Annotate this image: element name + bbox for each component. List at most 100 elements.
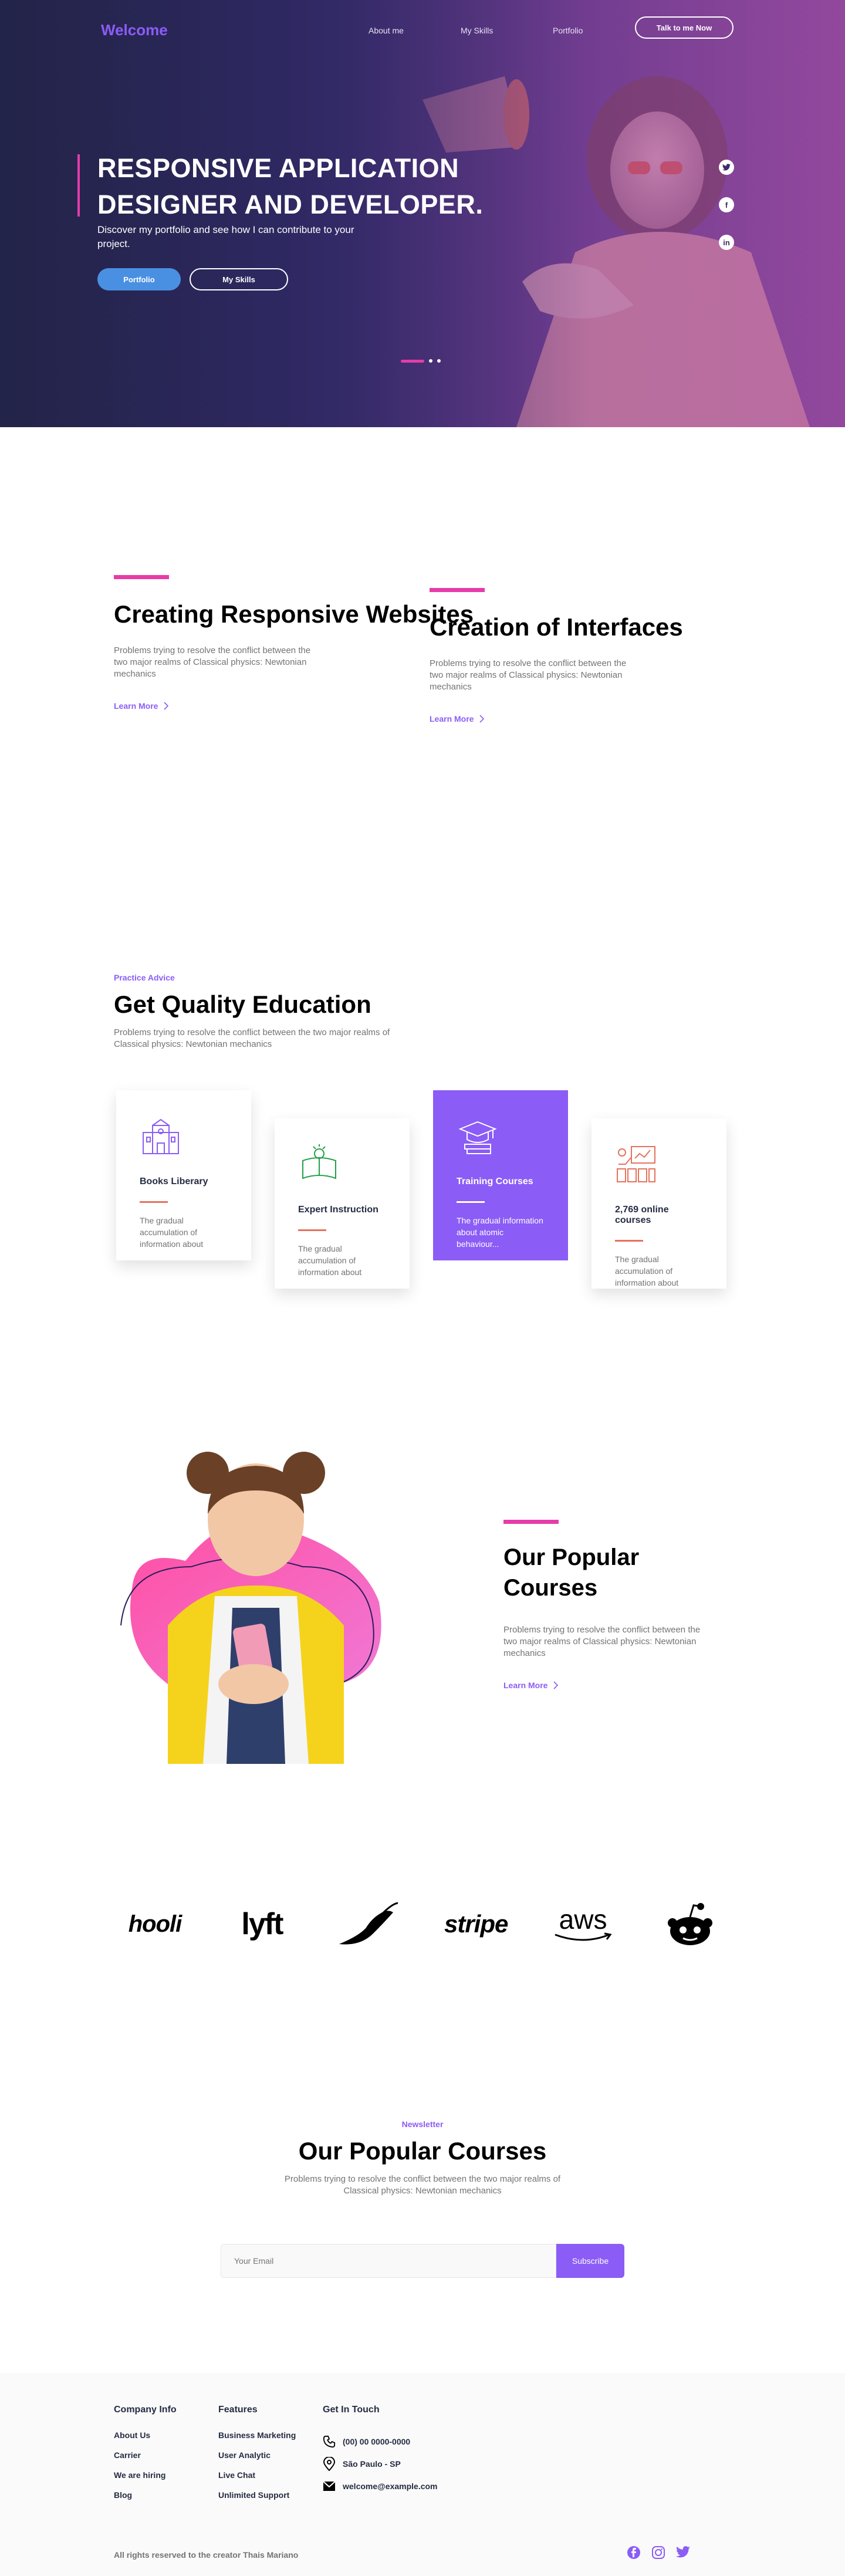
card-title: Books Liberary bbox=[140, 1177, 208, 1186]
footer-link-hiring[interactable]: We are hiring bbox=[114, 2470, 177, 2490]
client-logos: hooli lyft stripe aws bbox=[114, 1898, 731, 1950]
feature-accent-bar bbox=[114, 575, 169, 579]
newsletter-eyebrow: Newsletter bbox=[401, 2119, 444, 2129]
contact-email[interactable]: welcome@example.com bbox=[323, 2475, 438, 2497]
learn-more-label: Learn More bbox=[503, 1681, 548, 1690]
carousel-dot[interactable] bbox=[437, 359, 441, 363]
main-nav: About me My Skills Portfolio bbox=[369, 26, 645, 35]
location-pin-icon bbox=[323, 2457, 336, 2471]
feature-title: Creation of Interfaces bbox=[430, 613, 683, 641]
card-online-courses[interactable]: 2,769 online courses The gradual accumul… bbox=[592, 1118, 726, 1289]
feature-accent-bar bbox=[430, 588, 485, 592]
contact-phone[interactable]: (00) 00 0000-0000 bbox=[323, 2430, 438, 2453]
card-underline bbox=[457, 1201, 485, 1203]
learn-more-label: Learn More bbox=[114, 701, 158, 711]
twitter-icon[interactable] bbox=[719, 160, 734, 175]
carousel-dots bbox=[401, 359, 441, 363]
card-underline bbox=[140, 1201, 168, 1203]
portfolio-button[interactable]: Portfolio bbox=[97, 268, 181, 290]
hero-title: RESPONSIVE APPLICATION DESIGNER AND DEVE… bbox=[97, 153, 484, 219]
card-title: Expert Instruction bbox=[298, 1205, 378, 1215]
talk-to-me-button[interactable]: Talk to me Now bbox=[635, 16, 734, 39]
footer-company-column: Company Info About Us Carrier We are hir… bbox=[114, 2405, 177, 2510]
card-underline bbox=[298, 1229, 326, 1231]
hero-socials: f in bbox=[719, 160, 734, 250]
card-expert-instruction[interactable]: Expert Instruction The gradual accumulat… bbox=[275, 1118, 410, 1289]
footer-link-carrier[interactable]: Carrier bbox=[114, 2450, 177, 2470]
hooli-logo: hooli bbox=[128, 1911, 182, 1937]
classroom-icon bbox=[617, 1146, 655, 1182]
facebook-icon[interactable]: f bbox=[719, 197, 734, 212]
education-text: Problems trying to resolve the conflict … bbox=[114, 1027, 390, 1049]
footer-heading: Get In Touch bbox=[323, 2405, 380, 2415]
card-text: The gradual accumulation of information … bbox=[298, 1244, 362, 1277]
card-text: The gradual information about atomic beh… bbox=[457, 1216, 543, 1249]
mail-icon bbox=[323, 2481, 336, 2491]
footer-link-support[interactable]: Unlimited Support bbox=[218, 2490, 296, 2510]
contact-location: São Paulo - SP bbox=[323, 2453, 438, 2475]
hero-accent-bar bbox=[77, 154, 80, 217]
footer-link-about[interactable]: About Us bbox=[114, 2430, 177, 2450]
book-reader-icon bbox=[302, 1144, 336, 1179]
graduation-cap-icon bbox=[458, 1121, 497, 1154]
contact-email-text: welcome@example.com bbox=[343, 2482, 438, 2491]
my-skills-button[interactable]: My Skills bbox=[190, 268, 288, 290]
girl-with-phone-image bbox=[120, 1452, 381, 1764]
footer-link-marketing[interactable]: Business Marketing bbox=[218, 2430, 296, 2450]
contact-location-text: São Paulo - SP bbox=[343, 2459, 401, 2469]
instagram-icon[interactable] bbox=[651, 2545, 665, 2560]
chevron-right-icon bbox=[479, 715, 485, 723]
copyright-text: All rights reserved to the creator Thais… bbox=[114, 2550, 299, 2560]
newsletter-title: Our Popular Courses bbox=[298, 2137, 547, 2165]
education-eyebrow: Practice Advice bbox=[114, 973, 175, 982]
reddit-logo bbox=[649, 1898, 731, 1950]
phone-icon bbox=[323, 2435, 336, 2448]
footer-features-column: Features Business Marketing User Analyti… bbox=[218, 2405, 296, 2510]
card-books-library[interactable]: Books Liberary The gradual accumulation … bbox=[116, 1090, 251, 1260]
subscribe-button[interactable]: Subscribe bbox=[556, 2244, 624, 2278]
feature-title: Creating Responsive Websites bbox=[114, 600, 474, 628]
facebook-icon[interactable] bbox=[627, 2545, 641, 2560]
linkedin-icon[interactable]: in bbox=[719, 235, 734, 250]
brand-logo[interactable]: Welcome bbox=[101, 21, 168, 39]
pied-piper-logo bbox=[328, 1898, 410, 1950]
stripe-logo: stripe bbox=[444, 1910, 508, 1938]
carousel-dot-active[interactable] bbox=[401, 359, 424, 363]
card-text: The gradual accumulation of information … bbox=[615, 1255, 679, 1287]
aws-logo: aws bbox=[542, 1898, 624, 1950]
newsletter-form: Subscribe bbox=[221, 2244, 624, 2278]
card-text: The gradual accumulation of information … bbox=[140, 1216, 204, 1249]
footer-contact-column: Get In Touch (00) 00 0000-0000 São Paulo… bbox=[323, 2405, 438, 2497]
card-underline bbox=[615, 1240, 643, 1242]
card-training-courses[interactable]: Training Courses The gradual information… bbox=[433, 1090, 568, 1260]
popular-title: Our Popular Courses bbox=[503, 1544, 640, 1601]
hero-section: Welcome About me My Skills Portfolio Tal… bbox=[0, 0, 845, 427]
lyft-logo: lyft bbox=[241, 1907, 283, 1941]
learn-more-link[interactable]: Learn More bbox=[503, 1681, 559, 1690]
footer-link-chat[interactable]: Live Chat bbox=[218, 2470, 296, 2490]
chevron-right-icon bbox=[164, 702, 169, 710]
school-icon bbox=[143, 1118, 179, 1154]
nav-link-portfolio[interactable]: Portfolio bbox=[553, 26, 645, 35]
education-title: Get Quality Education bbox=[114, 990, 371, 1018]
feature-interfaces: Creation of Interfaces Problems trying t… bbox=[430, 588, 683, 724]
nav-link-skills[interactable]: My Skills bbox=[461, 26, 553, 35]
chevron-right-icon bbox=[553, 1681, 559, 1689]
footer-link-analytic[interactable]: User Analytic bbox=[218, 2450, 296, 2470]
footer-link-blog[interactable]: Blog bbox=[114, 2490, 177, 2510]
twitter-icon[interactable] bbox=[676, 2545, 690, 2558]
learn-more-link[interactable]: Learn More bbox=[114, 701, 474, 711]
contact-phone-text: (00) 00 0000-0000 bbox=[343, 2437, 411, 2446]
card-title: 2,769 online courses bbox=[615, 1205, 669, 1225]
learn-more-label: Learn More bbox=[430, 714, 474, 724]
nav-link-about[interactable]: About me bbox=[369, 26, 461, 35]
carousel-dot[interactable] bbox=[429, 359, 432, 363]
learn-more-link[interactable]: Learn More bbox=[430, 714, 683, 724]
footer-heading: Features bbox=[218, 2405, 258, 2415]
hero-subtitle: Discover my portfolio and see how I can … bbox=[97, 224, 354, 249]
footer-heading: Company Info bbox=[114, 2405, 177, 2415]
email-input[interactable] bbox=[221, 2244, 556, 2278]
feature-responsive: Creating Responsive Websites Problems tr… bbox=[114, 575, 474, 711]
popular-text: Problems trying to resolve the conflict … bbox=[503, 1625, 701, 1658]
footer-socials bbox=[627, 2545, 690, 2560]
